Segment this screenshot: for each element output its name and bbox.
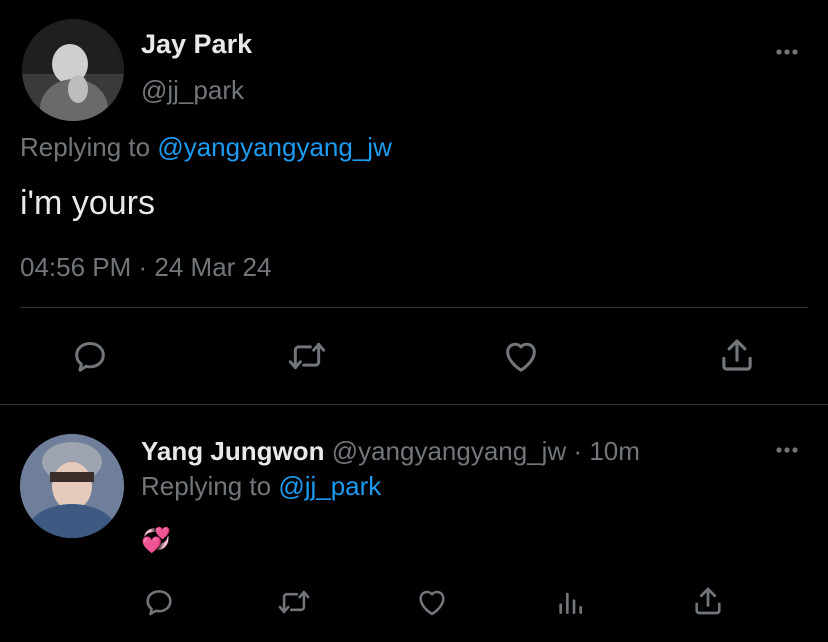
share-icon[interactable]: [690, 583, 726, 619]
like-icon[interactable]: [500, 336, 542, 376]
divider-bottom: [0, 404, 828, 405]
like-icon[interactable]: [414, 585, 450, 619]
retweet-icon[interactable]: [285, 336, 329, 376]
replying-to-line: Replying to @yangyangyang_jw: [20, 132, 392, 163]
reply-icon[interactable]: [141, 585, 177, 619]
reply-replying-to-line: Replying to @jj_park: [141, 471, 381, 502]
more-horizontal-icon[interactable]: [772, 42, 802, 62]
replying-to-mention[interactable]: @yangyangyang_jw: [157, 132, 392, 162]
reply-author-handle-time[interactable]: @yangyangyang_jw · 10m: [332, 436, 640, 466]
retweet-icon[interactable]: [275, 585, 313, 619]
main-author-handle[interactable]: @jj_park: [141, 75, 244, 106]
more-horizontal-icon[interactable]: [772, 440, 802, 460]
jay-park-avatar[interactable]: [22, 19, 124, 121]
avatar-photo-icon: [22, 19, 124, 121]
divider-top: [20, 307, 808, 308]
yang-jungwon-avatar[interactable]: [20, 434, 124, 538]
replying-prefix: Replying to: [20, 132, 151, 162]
reply-emoji: 💞: [141, 527, 171, 554]
main-author-name[interactable]: Jay Park: [141, 29, 252, 60]
avatar-photo-icon: [20, 434, 124, 538]
share-icon[interactable]: [716, 334, 758, 376]
reply-replying-prefix: Replying to: [141, 471, 272, 501]
reply-icon[interactable]: [70, 336, 110, 376]
reply-replying-to-mention[interactable]: @jj_park: [278, 471, 381, 501]
tweet-text: i'm yours: [20, 184, 155, 222]
reply-author-name[interactable]: Yang Jungwon: [141, 436, 324, 466]
tweet-timestamp[interactable]: 04:56 PM · 24 Mar 24: [20, 252, 271, 283]
reply-header: Yang Jungwon @yangyangyang_jw · 10m: [141, 436, 640, 467]
analytics-icon[interactable]: [554, 585, 586, 619]
